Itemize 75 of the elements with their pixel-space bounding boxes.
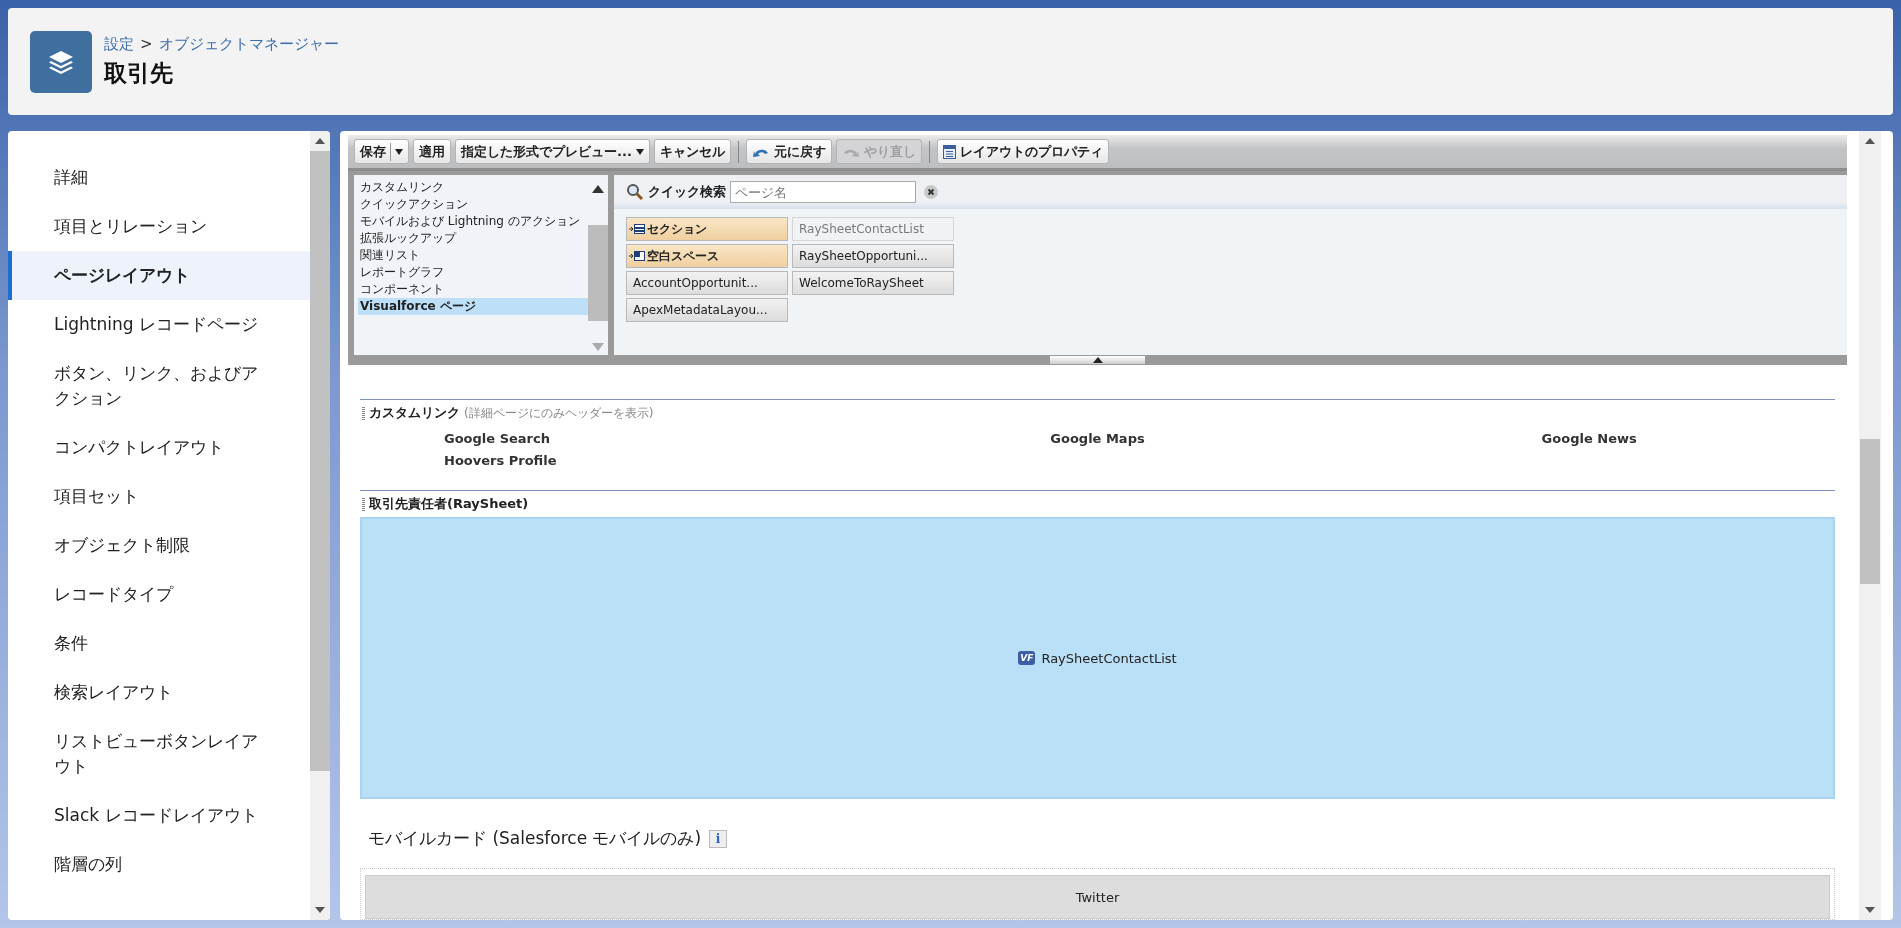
sidebar-item[interactable]: オブジェクト制限 bbox=[8, 521, 310, 570]
palette-category[interactable]: Visualforce ページ bbox=[358, 298, 588, 315]
clear-icon[interactable] bbox=[924, 185, 938, 199]
quick-search-label: クイック検索 bbox=[648, 183, 726, 201]
visualforce-icon: VF bbox=[1018, 651, 1036, 665]
palette-category[interactable]: カスタムリンク bbox=[358, 179, 588, 196]
mobile-cards-title: モバイルカード (Salesforce モバイルのみ) bbox=[368, 827, 702, 850]
palette-category[interactable]: レポートグラフ bbox=[358, 264, 588, 281]
custom-link-field[interactable]: Hoovers Profile bbox=[360, 450, 852, 472]
palette-item[interactable]: セクション bbox=[626, 217, 788, 241]
sidebar-item[interactable]: 項目とリレーション bbox=[8, 202, 310, 251]
sidebar-item[interactable]: レコードタイプ bbox=[8, 570, 310, 619]
sidebar-item[interactable]: 条件 bbox=[8, 619, 310, 668]
scrollbar-thumb[interactable] bbox=[310, 151, 330, 771]
mobile-card[interactable]: Twitter bbox=[365, 875, 1830, 919]
search-icon bbox=[626, 183, 644, 201]
sidebar-item[interactable]: Lightning レコードページ bbox=[8, 300, 310, 349]
palette-category[interactable]: コンポーネント bbox=[358, 281, 588, 298]
sidebar-item[interactable]: コンパクトレイアウト bbox=[8, 423, 310, 472]
scrollbar-thumb[interactable] bbox=[588, 225, 608, 321]
breadcrumb-link[interactable]: オブジェクトマネージャー bbox=[158, 34, 339, 54]
palette-category[interactable]: 関連リスト bbox=[358, 247, 588, 264]
drag-handle-icon[interactable] bbox=[362, 497, 365, 511]
sidebar-item[interactable]: リストビューボタンレイアウト bbox=[8, 717, 310, 791]
sidebar-item[interactable]: 詳細 bbox=[8, 153, 310, 202]
quick-search-field[interactable]: ページ名 bbox=[730, 181, 916, 203]
palette-item[interactable]: ApexMetadataLayou... bbox=[626, 298, 788, 322]
section-title: カスタムリンク bbox=[369, 404, 460, 422]
section-note: (詳細ページにのみヘッダーを表示) bbox=[464, 404, 654, 422]
custom-link-field[interactable]: Google Maps bbox=[851, 428, 1344, 450]
sidebar-item[interactable]: ボタン、リンク、およびアクション bbox=[8, 349, 310, 423]
palette-category[interactable]: 拡張ルックアップ bbox=[358, 230, 588, 247]
palette-category[interactable]: クイックアクション bbox=[358, 196, 588, 213]
sidebar-item[interactable]: 検索レイアウト bbox=[8, 668, 310, 717]
palette-item[interactable]: AccountOpportunit... bbox=[626, 271, 788, 295]
visualforce-area[interactable]: VF RaySheetContactList bbox=[360, 517, 1835, 799]
palette-item[interactable]: RaySheetOpportuni... bbox=[792, 244, 954, 268]
palette-item[interactable]: 空白スペース bbox=[626, 244, 788, 268]
scroll-up-icon[interactable] bbox=[1865, 138, 1875, 144]
palette-category[interactable]: モバイルおよび Lightning のアクション bbox=[358, 213, 588, 230]
toolbar-button[interactable]: 元に戻す bbox=[745, 139, 832, 164]
collapse-handle[interactable] bbox=[1050, 356, 1145, 364]
scroll-up-icon[interactable] bbox=[592, 185, 604, 193]
scrollbar[interactable] bbox=[1859, 131, 1881, 920]
page-title: 取引先 bbox=[104, 58, 174, 88]
scroll-up-icon[interactable] bbox=[315, 138, 325, 144]
info-button[interactable]: i bbox=[709, 829, 728, 848]
collapse-icon[interactable] bbox=[1092, 357, 1103, 363]
scroll-down-icon[interactable] bbox=[1865, 907, 1875, 913]
visualforce-page-name: RaySheetContactList bbox=[1041, 650, 1177, 666]
sidebar-item[interactable]: ページレイアウト bbox=[8, 251, 310, 300]
toolbar-button[interactable]: 適用 bbox=[413, 139, 451, 164]
caret-icon bbox=[635, 148, 644, 155]
sidebar-item[interactable]: 階層の列 bbox=[8, 840, 310, 889]
toolbar-button[interactable]: レイアウトのプロパティ bbox=[936, 139, 1109, 164]
breadcrumb-link[interactable]: 設定 bbox=[104, 34, 134, 54]
table-icon bbox=[942, 144, 956, 159]
caret-icon bbox=[395, 148, 403, 155]
scrollbar[interactable] bbox=[310, 131, 330, 920]
sidebar-item[interactable]: 項目セット bbox=[8, 472, 310, 521]
palette-item[interactable]: WelcomeToRaySheet bbox=[792, 271, 954, 295]
section-icon bbox=[629, 223, 645, 235]
sidebar-item[interactable]: Slack レコードレイアウト bbox=[8, 791, 310, 840]
toolbar-button[interactable]: キャンセル bbox=[653, 139, 731, 164]
custom-link-field[interactable]: Google News bbox=[1343, 428, 1835, 450]
breadcrumb-separator: > bbox=[140, 34, 153, 54]
scrollbar-thumb[interactable] bbox=[1860, 439, 1880, 584]
blank-space-icon bbox=[629, 250, 645, 262]
toolbar-button[interactable]: 保存 bbox=[354, 139, 409, 164]
layers-icon bbox=[30, 30, 92, 93]
toolbar-button[interactable]: 指定した形式でプレビュー... bbox=[455, 139, 650, 164]
scroll-down-icon[interactable] bbox=[315, 907, 325, 913]
custom-link-field[interactable]: Google Search bbox=[360, 428, 852, 450]
section-title: 取引先責任者(RaySheet) bbox=[369, 495, 529, 513]
drag-handle-icon[interactable] bbox=[362, 406, 365, 420]
